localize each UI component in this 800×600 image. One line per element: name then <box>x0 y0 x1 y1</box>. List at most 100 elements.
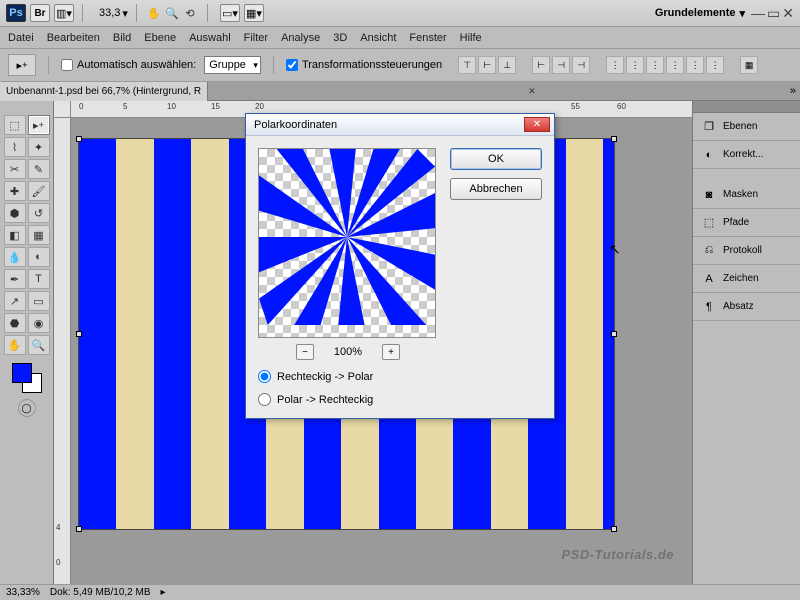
rotate-icon[interactable]: ⟲ <box>181 4 199 22</box>
align-group-1: ⊤ ⊢ ⊥ <box>458 56 516 74</box>
minimize-button[interactable]: — <box>751 5 765 22</box>
extras-icon[interactable]: ▦▾ <box>244 4 264 22</box>
auto-select-checkbox[interactable]: Automatisch auswählen: <box>61 59 196 71</box>
menu-bearbeiten[interactable]: Bearbeiten <box>47 32 100 44</box>
align-top-icon[interactable]: ⊤ <box>458 56 476 74</box>
menu-analyse[interactable]: Analyse <box>281 32 320 44</box>
wand-tool[interactable]: ✦ <box>28 137 50 157</box>
menu-ansicht[interactable]: Ansicht <box>360 32 396 44</box>
align-right-icon[interactable]: ⊣ <box>572 56 590 74</box>
option-rect-to-polar[interactable]: Rechteckig -> Polar <box>258 370 438 383</box>
gradient-tool[interactable]: ▦ <box>28 225 50 245</box>
preview-zoom-out-button[interactable]: − <box>296 344 314 360</box>
close-button[interactable]: ✕ <box>782 5 794 22</box>
cancel-button[interactable]: Abbrechen <box>450 178 542 200</box>
eyedropper-tool[interactable]: ✎ <box>28 159 50 179</box>
menu-datei[interactable]: Datei <box>8 32 34 44</box>
transform-handle[interactable] <box>611 331 617 337</box>
transform-handle[interactable] <box>76 136 82 142</box>
distribute-3-icon[interactable]: ⋮ <box>646 56 664 74</box>
menu-ebene[interactable]: Ebene <box>144 32 176 44</box>
panel-masken[interactable]: ◙Masken <box>693 181 800 209</box>
align-hcenter-icon[interactable]: ⊣ <box>552 56 570 74</box>
bridge-icon[interactable]: Br <box>30 4 50 22</box>
stamp-tool[interactable]: ⬢ <box>4 203 26 223</box>
distribute-5-icon[interactable]: ⋮ <box>686 56 704 74</box>
hand-tool[interactable]: ✋ <box>4 335 26 355</box>
panel-korrekturen[interactable]: ◐Korrekt... <box>693 141 800 169</box>
panel-ebenen[interactable]: ❐Ebenen <box>693 113 800 141</box>
align-bottom-icon[interactable]: ⊥ <box>498 56 516 74</box>
preview-zoom-in-button[interactable]: + <box>382 344 400 360</box>
crop-tool[interactable]: ✂ <box>4 159 26 179</box>
ruler-origin[interactable] <box>54 101 71 118</box>
menu-3d[interactable]: 3D <box>333 32 347 44</box>
path-tool[interactable]: ↗ <box>4 291 26 311</box>
menu-fenster[interactable]: Fenster <box>409 32 446 44</box>
transform-handle[interactable] <box>611 136 617 142</box>
move-tool[interactable]: ▸+ <box>28 115 50 135</box>
option-polar-to-rect[interactable]: Polar -> Rechteckig <box>258 393 438 406</box>
transform-handle[interactable] <box>76 331 82 337</box>
3d-tool[interactable]: ⬣ <box>4 313 26 333</box>
status-doc-size[interactable]: Dok: 5,49 MB/10,2 MB <box>50 587 151 598</box>
screen-mode-icon[interactable]: ▭▾ <box>220 4 240 22</box>
blur-tool[interactable]: 💧 <box>4 247 26 267</box>
ok-button[interactable]: OK <box>450 148 542 170</box>
menu-filter[interactable]: Filter <box>244 32 268 44</box>
auto-select-dropdown[interactable]: Gruppe <box>204 56 261 74</box>
distribute-1-icon[interactable]: ⋮ <box>606 56 624 74</box>
color-swatches[interactable] <box>12 363 42 393</box>
eraser-tool[interactable]: ◧ <box>4 225 26 245</box>
panel-pfade[interactable]: ⬚Pfade <box>693 209 800 237</box>
type-tool[interactable]: T <box>28 269 50 289</box>
align-left-icon[interactable]: ⊢ <box>532 56 550 74</box>
zoom-icon[interactable]: 🔍 <box>163 4 181 22</box>
status-arrow-icon[interactable]: ▸ <box>161 587 166 598</box>
align-vcenter-icon[interactable]: ⊢ <box>478 56 496 74</box>
document-arrange-icon[interactable]: ▥▾ <box>54 4 74 22</box>
dialog-titlebar[interactable]: Polarkoordinaten ✕ <box>246 114 554 136</box>
dialog-close-button[interactable]: ✕ <box>524 117 550 132</box>
transform-handle[interactable] <box>76 526 82 532</box>
distribute-4-icon[interactable]: ⋮ <box>666 56 684 74</box>
panel-protokoll[interactable]: ⎌Protokoll <box>693 237 800 265</box>
menu-auswahl[interactable]: Auswahl <box>189 32 231 44</box>
filter-preview[interactable] <box>258 148 436 338</box>
distribute-2-icon[interactable]: ⋮ <box>626 56 644 74</box>
pen-tool[interactable]: ✒ <box>4 269 26 289</box>
zoom-tool[interactable]: 🔍 <box>28 335 50 355</box>
ruler-vertical[interactable]: 4 0 <box>54 118 71 584</box>
marquee-tool[interactable]: ⬚ <box>4 115 26 135</box>
panel-absatz[interactable]: ¶Absatz <box>693 293 800 321</box>
tab-close-icon[interactable]: ✕ <box>528 86 536 97</box>
tab-overflow-icon[interactable]: » <box>786 85 800 97</box>
separator <box>48 56 49 74</box>
lasso-tool[interactable]: ⌇ <box>4 137 26 157</box>
foreground-color[interactable] <box>12 363 32 383</box>
panel-zeichen[interactable]: AZeichen <box>693 265 800 293</box>
menu-hilfe[interactable]: Hilfe <box>460 32 482 44</box>
tool-preset-picker[interactable]: ▸+ <box>8 54 36 76</box>
document-tab[interactable]: Unbenannt-1.psd bei 66,7% (Hintergrund, … <box>0 82 208 101</box>
distribute-group: ⋮ ⋮ ⋮ ⋮ ⋮ ⋮ <box>606 56 724 74</box>
panel-collapse-bar[interactable] <box>693 101 800 113</box>
maximize-button[interactable]: ▭ <box>767 5 780 22</box>
distribute-6-icon[interactable]: ⋮ <box>706 56 724 74</box>
3d-camera-tool[interactable]: ◉ <box>28 313 50 333</box>
status-zoom[interactable]: 33,33% <box>6 587 40 598</box>
workspace-switcher[interactable]: Grundelemente ▾ <box>655 7 745 20</box>
zoom-level[interactable]: 33,3 ▾ <box>99 7 128 20</box>
heal-tool[interactable]: ✚ <box>4 181 26 201</box>
auto-align-icon[interactable]: ▦ <box>740 56 758 74</box>
shape-tool[interactable]: ▭ <box>28 291 50 311</box>
hand-icon[interactable]: ✋ <box>145 4 163 22</box>
transform-handle[interactable] <box>611 526 617 532</box>
menu-bild[interactable]: Bild <box>113 32 131 44</box>
history-brush-tool[interactable]: ↺ <box>28 203 50 223</box>
quick-mask-button[interactable]: ◯ <box>18 399 36 417</box>
panel-label: Korrekt... <box>723 149 764 160</box>
brush-tool[interactable]: 🖌 <box>28 181 50 201</box>
transform-controls-checkbox[interactable]: Transformationssteuerungen <box>286 59 442 71</box>
dodge-tool[interactable]: ◐ <box>28 247 50 267</box>
